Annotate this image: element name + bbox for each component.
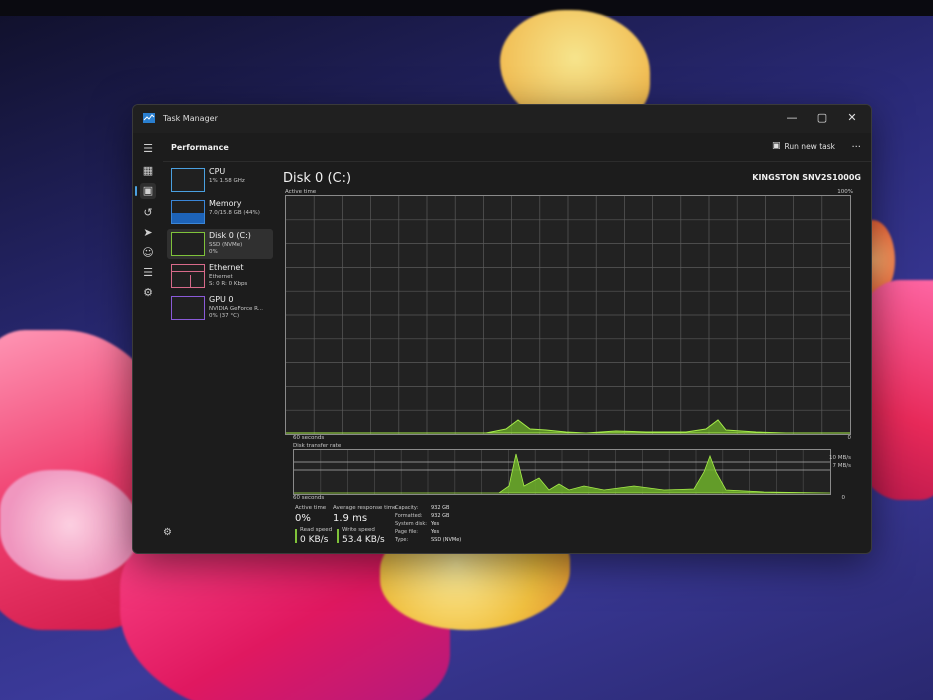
disk-title: Disk 0 (C:) (283, 171, 352, 186)
ethernet-activity-line (172, 271, 204, 272)
window-title: Task Manager (163, 114, 218, 123)
transfer-min-label: 0 (841, 495, 846, 501)
capacity-value: 932 GB (431, 505, 450, 511)
disk-model: KINGSTON SNV2S1000G (752, 173, 861, 182)
device-detail: NVIDIA GeForce R... (209, 306, 264, 312)
maximize-button[interactable]: ▢ (811, 109, 833, 127)
formatted-label: Formatted: (395, 513, 423, 519)
active-time-min-label: 0 (847, 435, 852, 441)
disk-thumbnail (171, 232, 205, 256)
settings-button[interactable]: ⚙ (163, 527, 172, 538)
gpu-thumbnail (171, 296, 205, 320)
read-speed-stat-label: Read speed (300, 527, 333, 533)
startup-apps-icon[interactable]: ➤ (140, 225, 156, 241)
ethernet-activity-spike (190, 275, 191, 287)
run-task-icon: ▣ (772, 141, 781, 151)
transfer-mid-label: 7 MB/s (832, 463, 852, 469)
hamburger-menu-icon[interactable]: ☰ (140, 141, 156, 157)
services-icon[interactable]: ⚙ (140, 285, 156, 301)
device-item-cpu[interactable]: CPU 1% 1.58 GHz (167, 165, 273, 195)
active-time-stat-value: 0% (295, 513, 311, 524)
write-speed-indicator (337, 529, 339, 543)
system-disk-label: System disk: (395, 521, 427, 527)
formatted-value: 932 GB (431, 513, 450, 519)
active-time-grid (286, 196, 850, 434)
device-name: Memory (209, 199, 242, 208)
ethernet-thumbnail (171, 264, 205, 288)
active-time-stat-label: Active time (295, 505, 327, 511)
run-new-task-label: Run new task (784, 141, 835, 151)
device-list: CPU 1% 1.58 GHz Memory 7.0/15.8 GB (44%)… (167, 165, 273, 325)
active-time-duration-label: 60 seconds (293, 435, 325, 441)
device-detail-2: 0% (209, 249, 218, 255)
cpu-thumbnail (171, 168, 205, 192)
device-detail-2: 0% (37 °C) (209, 313, 240, 319)
run-new-task-button[interactable]: ▣ Run new task (772, 141, 835, 151)
close-button[interactable]: ✕ (841, 109, 863, 127)
processes-icon[interactable]: ▦ (140, 163, 156, 179)
device-name: Disk 0 (C:) (209, 231, 251, 240)
write-speed-stat-value: 53.4 KB/s (342, 535, 385, 545)
device-detail: SSD (NVMe) (209, 242, 243, 248)
disk-details-panel: Disk 0 (C:) KINGSTON SNV2S1000G Active t… (283, 165, 861, 553)
transfer-duration-label: 60 seconds (293, 495, 325, 501)
device-detail: 7.0/15.8 GB (44%) (209, 210, 260, 216)
settings-icon: ⚙ (163, 527, 172, 538)
active-time-graph-svg (286, 196, 850, 434)
write-speed-stat-label: Write speed (342, 527, 375, 533)
device-name: CPU (209, 167, 226, 176)
active-time-graph (285, 195, 851, 435)
page-file-value: Yes (431, 529, 440, 535)
more-options-button[interactable]: ... (851, 139, 861, 150)
device-item-ethernet[interactable]: Ethernet Ethernet S: 0 R: 0 Kbps (167, 261, 273, 291)
device-item-disk[interactable]: Disk 0 (C:) SSD (NVMe) 0% (167, 229, 273, 259)
device-name: GPU 0 (209, 295, 234, 304)
page-heading: Performance (171, 143, 229, 152)
details-icon[interactable]: ☰ (140, 265, 156, 281)
transfer-max-label: 10 MB/s (829, 455, 851, 461)
memory-thumbnail (171, 200, 205, 224)
transfer-rate-graph-svg (294, 450, 830, 494)
performance-icon[interactable]: ▣ (135, 183, 156, 199)
app-history-icon[interactable]: ↺ (140, 205, 156, 221)
title-bar[interactable]: Task Manager — ▢ ✕ (133, 105, 871, 133)
transfer-rate-graph (293, 449, 831, 495)
device-detail: 1% 1.58 GHz (209, 178, 245, 184)
device-detail: Ethernet (209, 274, 233, 280)
type-label: Type: (395, 537, 409, 543)
navigation-rail: ☰ ▦ ▣ ↺ ➤ ☺ ☰ ⚙ (133, 133, 163, 553)
task-manager-app-icon (143, 113, 155, 123)
read-speed-stat-value: 0 KB/s (300, 535, 329, 545)
system-disk-value: Yes (431, 521, 440, 527)
task-manager-window: Task Manager — ▢ ✕ ☰ ▦ ▣ ↺ ➤ ☺ ☰ ⚙ Perfo… (132, 104, 872, 554)
device-detail-2: S: 0 R: 0 Kbps (209, 281, 248, 287)
device-item-memory[interactable]: Memory 7.0/15.8 GB (44%) (167, 197, 273, 227)
type-value: SSD (NVMe) (431, 537, 462, 543)
avg-response-stat-value: 1.9 ms (333, 513, 368, 524)
minimize-button[interactable]: — (781, 109, 803, 127)
avg-response-stat-label: Average response time (333, 505, 397, 511)
monitor-bezel (0, 0, 933, 16)
memory-usage-fill (172, 213, 204, 223)
disk-stats: Active time 0% Average response time 1.9… (295, 505, 855, 553)
device-name: Ethernet (209, 263, 244, 272)
capacity-label: Capacity: (395, 505, 419, 511)
device-item-gpu[interactable]: GPU 0 NVIDIA GeForce R... 0% (37 °C) (167, 293, 273, 323)
users-icon[interactable]: ☺ (140, 245, 156, 261)
page-file-label: Page file: (395, 529, 418, 535)
page-header: Performance ▣ Run new task ... (163, 133, 871, 162)
read-speed-indicator (295, 529, 297, 543)
